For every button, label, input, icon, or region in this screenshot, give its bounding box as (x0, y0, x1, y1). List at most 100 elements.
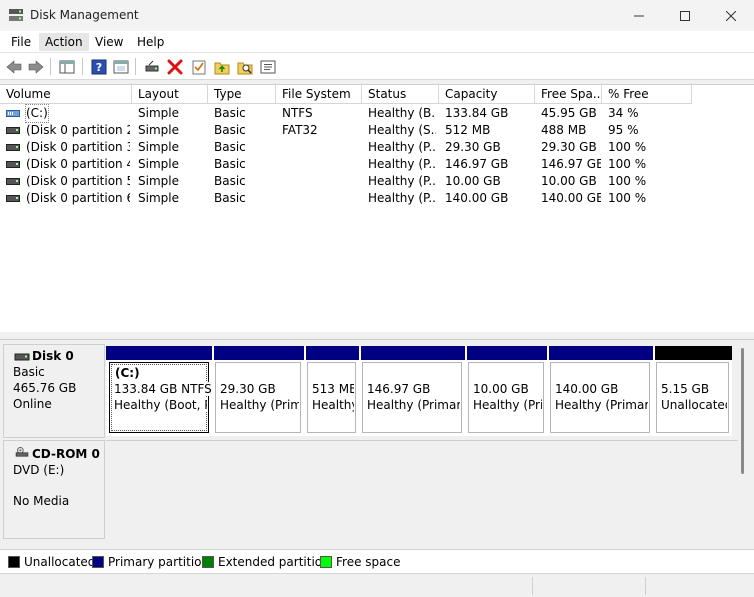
legend-label-free-space: Free space (336, 555, 401, 569)
menu-file[interactable]: File (5, 33, 37, 51)
maximize-icon (680, 10, 690, 21)
forward-button[interactable] (26, 57, 46, 77)
legend-label-extended: Extended partition (218, 555, 330, 569)
cell-file-system (282, 190, 360, 207)
back-arrow-icon (6, 60, 22, 74)
partition-block[interactable]: 146.97 GB Healthy (Primary (359, 346, 465, 436)
cell-volume: (Disk 0 partition 2) (26, 123, 130, 137)
partition-block[interactable]: 5.15 GB Unallocated (653, 346, 732, 436)
table-row[interactable]: (Disk 0 partition 6) Simple Basic Healthy (… (0, 190, 754, 207)
table-row[interactable]: (Disk 0 partition 4) Simple Basic Healthy (… (0, 156, 754, 173)
minimize-icon (634, 15, 644, 16)
toolbar-separator (82, 58, 83, 75)
cdrom-0-name: CD-ROM 0 (32, 447, 100, 461)
cell-status: Healthy (S... (368, 123, 436, 137)
forward-arrow-icon (28, 60, 44, 74)
pane-splitter[interactable] (0, 332, 754, 340)
column-header-free-space[interactable]: Free Spa... (535, 85, 602, 104)
checklist-button[interactable] (189, 57, 209, 77)
scrollbar-thumb[interactable] (741, 348, 744, 474)
disk-0-type: Basic (13, 365, 45, 379)
partition-block[interactable]: (C:) 133.84 GB NTFS Healthy (Boot, Pa (106, 346, 212, 436)
table-row[interactable]: (Disk 0 partition 2) Simple Basic FAT32 Heal… (0, 122, 754, 139)
checklist-icon (192, 60, 206, 75)
cell-capacity: 29.30 GB (445, 140, 501, 154)
column-header-type[interactable]: Type (208, 85, 276, 104)
partition-drive-icon (6, 161, 20, 168)
column-header-status[interactable]: Status (362, 85, 439, 104)
toolbar-separator (135, 58, 136, 75)
connect-disk-button[interactable] (142, 57, 162, 77)
cell-volume: (Disk 0 partition 5) (26, 174, 130, 188)
column-header-file-system[interactable]: File System (276, 85, 362, 104)
partition-detail: 29.30 GB Healthy (Prima (215, 362, 301, 433)
disk-0-status: Online (13, 397, 52, 411)
partition-detail: 5.15 GB Unallocated (656, 362, 729, 433)
table-row[interactable]: (C:) Simple Basic NTFS Healthy (B... 133.84 G… (0, 104, 754, 123)
close-button[interactable] (708, 0, 754, 31)
legend-label-primary: Primary partition (108, 555, 210, 569)
partition-status: Healthy (Boot, Pa (114, 398, 207, 412)
partition-drive-icon (6, 144, 20, 151)
properties-button[interactable] (258, 57, 278, 77)
cell-free-space: 488 MB (541, 123, 587, 137)
cell-capacity: 140.00 GB (445, 191, 509, 205)
legend-swatch-primary (92, 556, 104, 568)
partition-detail: 10.00 GB Healthy (Prir (468, 362, 544, 433)
partition-drive-icon (6, 127, 20, 134)
cell-capacity: 512 MB (445, 123, 491, 137)
partition-block[interactable]: 10.00 GB Healthy (Prir (465, 346, 547, 436)
show-hide-console-tree-button[interactable] (57, 57, 77, 77)
partition-block[interactable]: 513 MB Healthy (304, 346, 359, 436)
cell-status: Healthy (P... (368, 191, 436, 205)
menu-view[interactable]: View (89, 33, 129, 51)
toolbar: ? (0, 53, 754, 80)
cell-type: Basic (214, 140, 246, 154)
cell-free-space: 45.95 GB (541, 106, 597, 120)
cell-layout: Simple (138, 157, 179, 171)
minimize-button[interactable] (616, 0, 662, 31)
table-row[interactable]: (Disk 0 partition 5) Simple Basic Healthy (… (0, 173, 754, 190)
disk-0-name: Disk 0 (32, 349, 74, 363)
disk-0-size: 465.76 GB (13, 381, 77, 395)
system-drive-icon (6, 110, 20, 117)
column-header-capacity[interactable]: Capacity (439, 85, 535, 104)
partition-size: 5.15 GB (661, 382, 710, 396)
legend-swatch-free-space (320, 556, 332, 568)
cell-layout: Simple (138, 191, 179, 205)
cell-percent-free: 100 % (608, 140, 647, 154)
partition-detail: (C:) 133.84 GB NTFS Healthy (Boot, Pa (109, 362, 212, 433)
partition-block[interactable]: 140.00 GB Healthy (Primary (547, 346, 653, 436)
table-row[interactable]: (Disk 0 partition 3) Simple Basic Healthy (… (0, 139, 754, 156)
cell-file-system: NTFS (282, 106, 313, 120)
open-folder-button[interactable] (212, 57, 232, 77)
cdrom-0-label[interactable]: CD-ROM 0 DVD (E:) No Media (3, 440, 105, 539)
cell-file-system: FAT32 (282, 123, 318, 137)
back-button[interactable] (4, 57, 24, 77)
disk-management-app-icon (9, 9, 23, 21)
delete-button[interactable] (165, 57, 185, 77)
cell-capacity: 10.00 GB (445, 174, 501, 188)
cell-layout: Simple (138, 106, 179, 120)
cell-percent-free: 100 % (608, 157, 647, 171)
maximize-button[interactable] (662, 0, 708, 31)
disk-pane-scrollbar[interactable] (738, 346, 748, 538)
disk-connect-icon (145, 60, 159, 72)
column-header-percent-free[interactable]: % Free (602, 85, 692, 104)
cell-file-system (282, 156, 360, 173)
disk-0-partition-track: (C:) 133.84 GB NTFS Healthy (Boot, Pa 29.30… (106, 346, 732, 436)
partition-type-bar (304, 346, 359, 360)
disk-0-label[interactable]: Disk 0 Basic 465.76 GB Online (3, 344, 105, 438)
window-view-icon (113, 60, 129, 74)
column-header-layout[interactable]: Layout (132, 85, 208, 104)
partition-status: Healthy (Primary (555, 398, 648, 412)
partition-block[interactable]: 29.30 GB Healthy (Prima (212, 346, 304, 436)
help-button[interactable]: ? (89, 57, 109, 77)
partition-status: Healthy (Prima (220, 398, 299, 412)
menu-help[interactable]: Help (131, 33, 170, 51)
menu-action[interactable]: Action (39, 33, 89, 51)
cell-type: Basic (214, 174, 246, 188)
column-header-volume[interactable]: Volume (0, 85, 132, 104)
properties-view-button[interactable] (111, 57, 131, 77)
search-folder-button[interactable] (235, 57, 255, 77)
